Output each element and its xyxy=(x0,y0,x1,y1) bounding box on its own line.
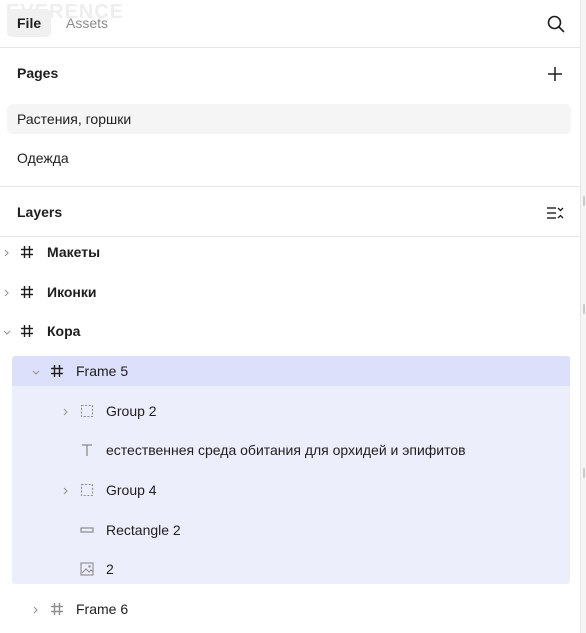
layer-row[interactable]: 2 xyxy=(0,551,580,587)
layers-panel: EVERENCE File Assets Pages Растения, гор… xyxy=(0,0,580,633)
layers-header: Layers xyxy=(0,188,580,238)
layer-row[interactable]: Group 4 xyxy=(0,472,580,508)
image-icon xyxy=(79,561,95,577)
layer-name: Макеты xyxy=(47,244,101,260)
layer-name: естественнея среда обитания для орхидей … xyxy=(106,442,466,458)
rectangle-icon xyxy=(79,522,95,538)
tab-assets[interactable]: Assets xyxy=(56,9,118,37)
panel-scrollbar[interactable] xyxy=(580,0,586,633)
layers-title: Layers xyxy=(17,204,63,220)
hash-icon xyxy=(19,244,35,260)
section-divider xyxy=(0,186,580,187)
chevron-right-icon[interactable] xyxy=(32,603,42,615)
chevron-right-icon[interactable] xyxy=(62,484,72,496)
panel-tabs: File Assets xyxy=(0,0,580,48)
chevron-right-icon[interactable] xyxy=(62,405,72,417)
layer-name: Frame 5 xyxy=(76,363,129,379)
chevron-down-icon[interactable] xyxy=(2,325,12,337)
chevron-right-icon[interactable] xyxy=(3,286,13,298)
layer-row[interactable]: естественнея среда обитания для орхидей … xyxy=(0,432,580,468)
dashed-square-icon xyxy=(79,403,95,419)
layer-name: Frame 6 xyxy=(76,601,129,617)
layer-row[interactable]: Кора xyxy=(0,313,580,349)
hash-icon xyxy=(49,363,65,379)
layer-name: 2 xyxy=(106,561,114,577)
layer-name: Group 4 xyxy=(106,482,157,498)
search-icon[interactable] xyxy=(544,12,568,36)
layer-row[interactable]: Иконки xyxy=(0,274,580,310)
page-item[interactable]: Одежда xyxy=(7,143,571,173)
hash-icon xyxy=(19,284,35,300)
plus-icon[interactable] xyxy=(543,62,567,86)
chevron-down-icon[interactable] xyxy=(31,365,41,377)
page-item-current[interactable]: Растения, горшки xyxy=(7,104,571,134)
pages-title: Pages xyxy=(17,65,59,81)
selection-highlight xyxy=(12,356,570,584)
dashed-square-icon xyxy=(79,482,95,498)
layer-row[interactable]: Frame 6 xyxy=(0,591,580,627)
tab-file[interactable]: File xyxy=(7,9,52,37)
layer-row[interactable]: Макеты xyxy=(0,234,580,270)
hash-icon xyxy=(19,323,35,339)
text-t-icon xyxy=(79,442,95,458)
collapse-layers-icon[interactable] xyxy=(543,201,567,225)
chevron-right-icon[interactable] xyxy=(3,246,13,258)
hash-icon xyxy=(49,601,65,617)
layer-name: Иконки xyxy=(47,284,97,300)
layer-name: Rectangle 2 xyxy=(106,522,181,538)
layer-row-selected[interactable]: Frame 5 xyxy=(0,353,580,389)
pages-header: Pages xyxy=(0,49,580,99)
layer-name: Group 2 xyxy=(106,403,157,419)
layer-row[interactable]: Rectangle 2 xyxy=(0,512,580,548)
layer-name: Кора xyxy=(47,323,81,339)
layer-row[interactable]: Group 2 xyxy=(0,393,580,429)
